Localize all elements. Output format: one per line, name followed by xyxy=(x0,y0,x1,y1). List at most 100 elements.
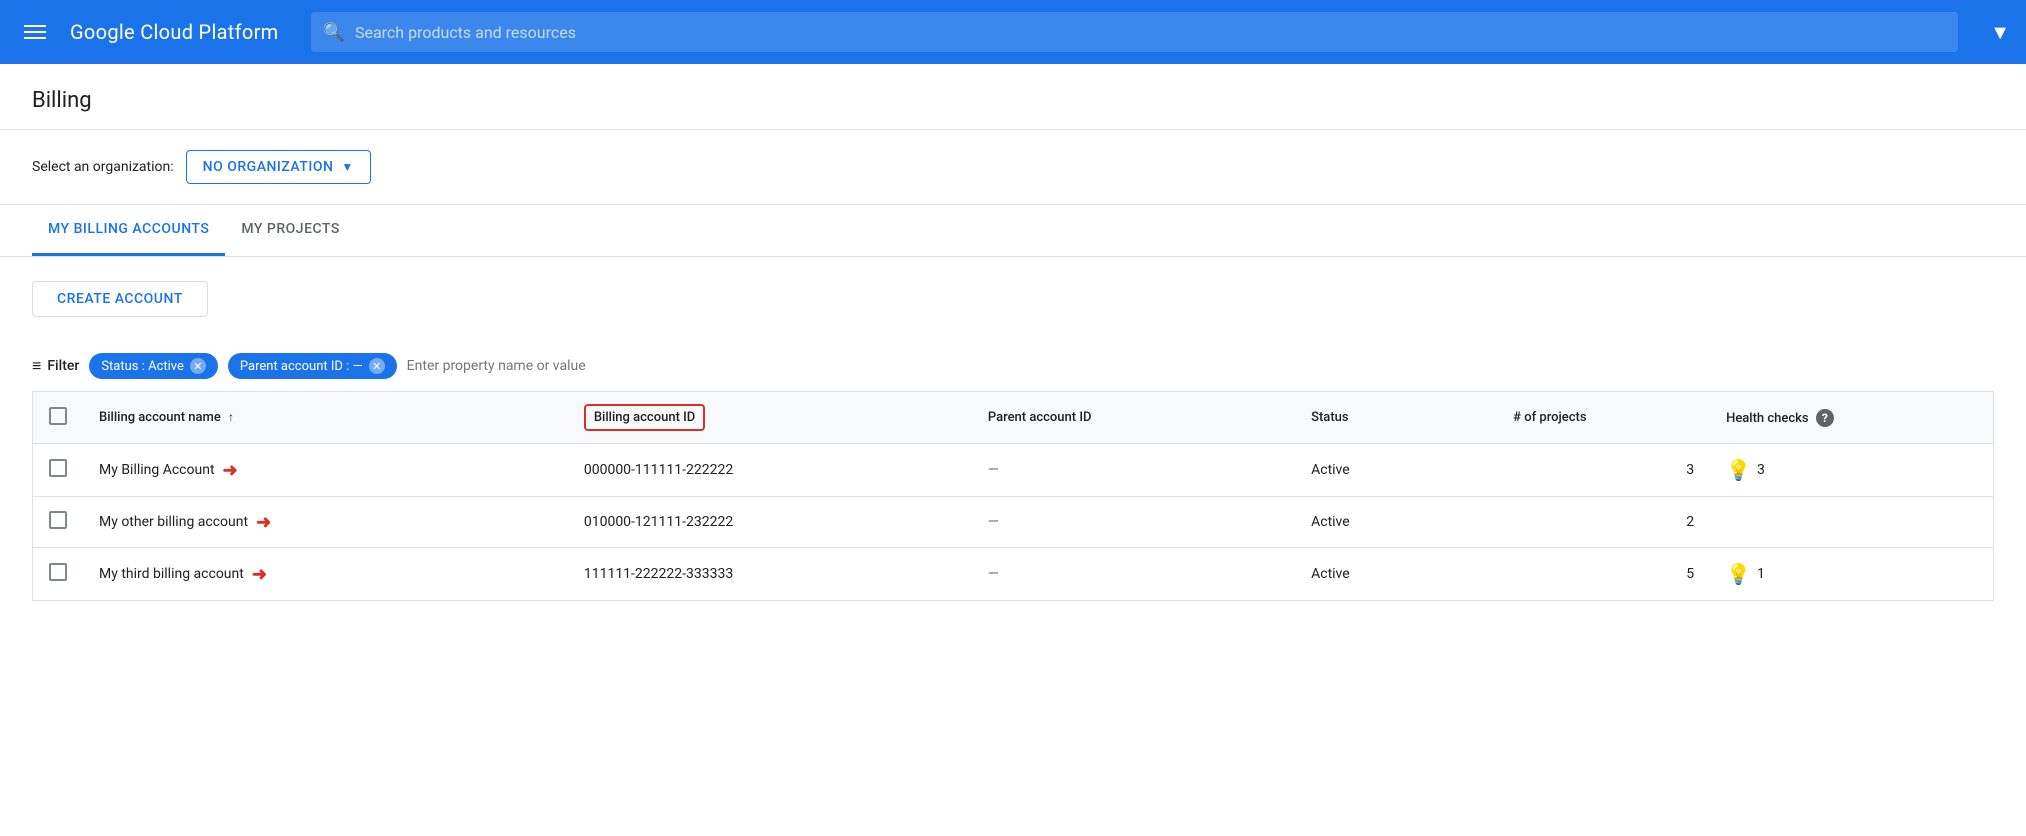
row1-health-count: 3 xyxy=(1757,462,1765,478)
tab-billing-accounts[interactable]: MY BILLING ACCOUNTS xyxy=(32,205,225,256)
org-selector-label: Select an organization: xyxy=(32,159,174,175)
row3-name-cell: My third billing account ➜ xyxy=(83,548,568,601)
org-selector-area: Select an organization: NO ORGANIZATION … xyxy=(0,130,2026,205)
select-all-checkbox[interactable] xyxy=(49,407,67,425)
status-chip-text: Status : Active xyxy=(101,359,184,374)
search-input[interactable] xyxy=(355,23,1946,42)
row2-status: Active xyxy=(1311,514,1350,530)
row1-health-cell: 💡 3 xyxy=(1710,444,1993,497)
page-title: Billing xyxy=(32,88,1994,113)
row2-status-cell: Active xyxy=(1295,497,1497,548)
row3-arrow-icon: ➜ xyxy=(252,564,267,585)
filter-label: ≡ Filter xyxy=(32,356,79,376)
row2-num-projects: 2 xyxy=(1686,514,1694,530)
th-parent-account-id[interactable]: Parent account ID xyxy=(972,392,1295,444)
filter-text: Filter xyxy=(47,358,79,374)
row3-checkbox[interactable] xyxy=(49,563,67,581)
row2-health-cell xyxy=(1710,497,1993,548)
billing-id-highlight-box: Billing account ID xyxy=(584,404,705,431)
table-row: My third billing account ➜ 111111-222222… xyxy=(33,548,1994,601)
row3-projects-cell: 5 xyxy=(1497,548,1710,601)
search-icon: 🔍 xyxy=(323,22,345,43)
row3-num-projects: 5 xyxy=(1686,566,1694,582)
table-body: My Billing Account ➜ 000000-111111-22222… xyxy=(33,444,1994,601)
filter-icon: ≡ xyxy=(32,356,41,376)
th-health-checks: Health checks ? xyxy=(1710,392,1993,444)
row1-parent-id: — xyxy=(988,462,999,478)
row1-checkbox[interactable] xyxy=(49,459,67,477)
row1-parent-id-cell: — xyxy=(972,444,1295,497)
th-projects-label: # of projects xyxy=(1513,410,1586,425)
row2-parent-id: — xyxy=(988,514,999,530)
health-checks-help-icon[interactable]: ? xyxy=(1816,409,1834,427)
search-bar[interactable]: 🔍 xyxy=(311,12,1959,52)
table-header: Billing account name ↑ Billing account I… xyxy=(33,392,1994,444)
row3-status: Active xyxy=(1311,566,1350,582)
app-logo: Google Cloud Platform xyxy=(70,20,279,44)
table-row: My Billing Account ➜ 000000-111111-22222… xyxy=(33,444,1994,497)
row3-billing-id-cell[interactable]: 111111-222222-333333 xyxy=(568,548,972,601)
th-num-projects[interactable]: # of projects xyxy=(1497,392,1710,444)
org-selected-value: NO ORGANIZATION xyxy=(203,159,334,175)
main-content: CREATE ACCOUNT ≡ Filter Status : Active … xyxy=(0,257,2026,625)
parent-chip-close-icon[interactable]: ✕ xyxy=(369,358,385,374)
row1-billing-id: 000000-111111-222222 xyxy=(584,462,733,478)
row1-checkbox-cell xyxy=(33,444,84,497)
row2-billing-id-cell[interactable]: 010000-121111-232222 xyxy=(568,497,972,548)
row3-status-cell: Active xyxy=(1295,548,1497,601)
th-health-label: Health checks xyxy=(1726,411,1809,426)
row1-bulb-icon: 💡 xyxy=(1726,458,1751,482)
org-dropdown-arrow-icon: ▼ xyxy=(341,160,353,174)
header-dropdown-arrow[interactable]: ▼ xyxy=(1990,20,2010,45)
row1-arrow-icon: ➜ xyxy=(223,460,238,481)
billing-accounts-table: Billing account name ↑ Billing account I… xyxy=(32,391,1994,601)
parent-id-filter-chip[interactable]: Parent account ID : — ✕ xyxy=(228,353,397,379)
row3-parent-id: — xyxy=(988,566,999,582)
row3-health-cell: 💡 1 xyxy=(1710,548,1993,601)
row1-status-cell: Active xyxy=(1295,444,1497,497)
row2-name-cell: My other billing account ➜ xyxy=(83,497,568,548)
th-parent-id-label: Parent account ID xyxy=(988,410,1092,425)
row3-checkbox-cell xyxy=(33,548,84,601)
sort-icon[interactable]: ↑ xyxy=(228,410,234,424)
th-status[interactable]: Status xyxy=(1295,392,1497,444)
status-filter-chip[interactable]: Status : Active ✕ xyxy=(89,353,218,379)
tab-projects[interactable]: MY PROJECTS xyxy=(225,205,356,256)
row1-billing-id-cell[interactable]: 000000-111111-222222 xyxy=(568,444,972,497)
th-name-label: Billing account name xyxy=(99,410,221,425)
row1-status: Active xyxy=(1311,462,1350,478)
row1-account-name[interactable]: My Billing Account xyxy=(99,462,215,478)
th-billing-account-id[interactable]: Billing account ID xyxy=(568,392,972,444)
th-checkbox xyxy=(33,392,84,444)
th-billing-account-name[interactable]: Billing account name ↑ xyxy=(83,392,568,444)
row2-billing-id: 010000-121111-232222 xyxy=(584,514,733,530)
create-account-button[interactable]: CREATE ACCOUNT xyxy=(32,281,208,317)
filter-bar: ≡ Filter Status : Active ✕ Parent accoun… xyxy=(32,341,1994,391)
row3-parent-id-cell: — xyxy=(972,548,1295,601)
row2-checkbox-cell xyxy=(33,497,84,548)
row3-bulb-icon: 💡 xyxy=(1726,562,1751,586)
row1-projects-cell: 3 xyxy=(1497,444,1710,497)
page-title-area: Billing xyxy=(0,64,2026,130)
app-header: Google Cloud Platform 🔍 ▼ xyxy=(0,0,2026,64)
th-status-label: Status xyxy=(1311,410,1348,425)
row1-name-cell: My Billing Account ➜ xyxy=(83,444,568,497)
row2-checkbox[interactable] xyxy=(49,511,67,529)
row2-parent-id-cell: — xyxy=(972,497,1295,548)
row3-health-count: 1 xyxy=(1757,566,1765,582)
row2-arrow-icon: ➜ xyxy=(256,512,271,533)
menu-icon[interactable] xyxy=(16,17,54,47)
table-row: My other billing account ➜ 010000-121111… xyxy=(33,497,1994,548)
row2-projects-cell: 2 xyxy=(1497,497,1710,548)
org-dropdown-button[interactable]: NO ORGANIZATION ▼ xyxy=(186,150,371,184)
row3-account-name[interactable]: My third billing account xyxy=(99,566,244,582)
th-billing-id-label: Billing account ID xyxy=(594,410,695,425)
row3-billing-id: 111111-222222-333333 xyxy=(584,566,733,582)
tabs-bar: MY BILLING ACCOUNTS MY PROJECTS xyxy=(0,205,2026,257)
row2-account-name[interactable]: My other billing account xyxy=(99,514,248,530)
row1-num-projects: 3 xyxy=(1686,462,1694,478)
parent-chip-text: Parent account ID : — xyxy=(240,359,363,374)
page-content: Billing Select an organization: NO ORGAN… xyxy=(0,64,2026,625)
filter-input[interactable] xyxy=(407,358,607,374)
status-chip-close-icon[interactable]: ✕ xyxy=(190,358,206,374)
